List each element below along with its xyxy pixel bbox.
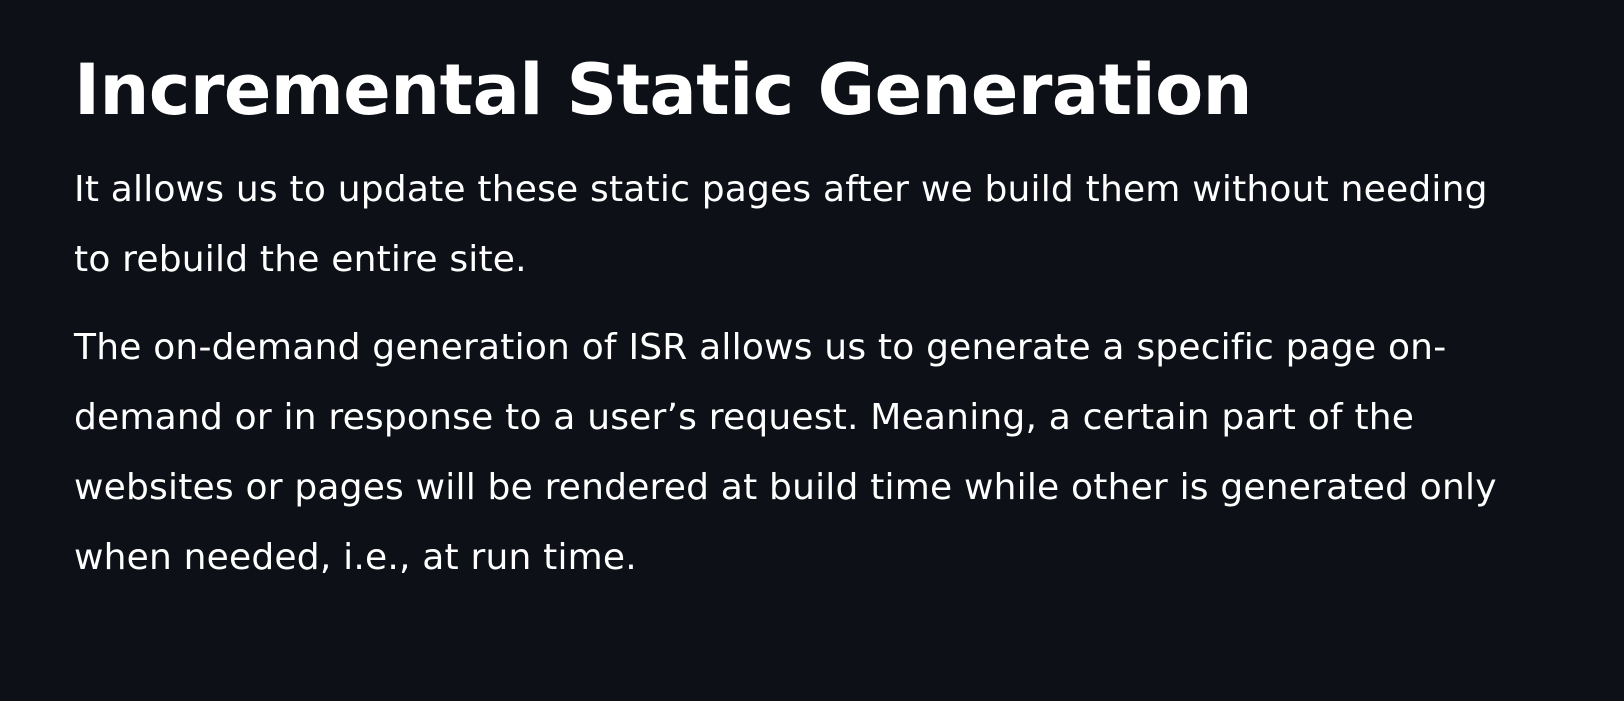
page-title: Incremental Static Generation — [74, 49, 1253, 131]
intro-paragraph: It allows us to update these static page… — [74, 169, 1488, 280]
detail-paragraph: The on-demand generation of ISR allows u… — [74, 327, 1497, 578]
article-content: Incremental Static Generation It allows … — [74, 46, 1554, 593]
